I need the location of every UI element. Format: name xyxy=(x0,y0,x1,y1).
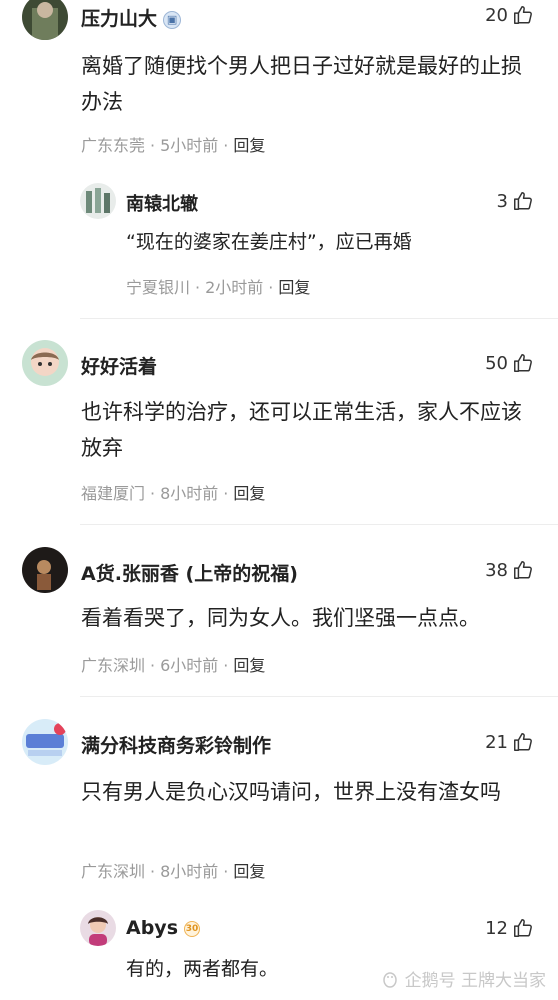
like-button[interactable]: 50 xyxy=(485,352,534,374)
level-badge-icon: 30 xyxy=(184,920,200,937)
like-button[interactable]: 21 xyxy=(485,731,534,753)
avatar[interactable] xyxy=(80,183,116,219)
thumbs-up-icon xyxy=(514,192,532,210)
thumbs-up-icon xyxy=(514,354,532,372)
comment-location: 广东深圳 xyxy=(81,862,146,881)
comment-author[interactable]: Abys 30 xyxy=(126,917,200,939)
thumbs-up-icon xyxy=(514,6,532,24)
verified-badge-icon: ▣ xyxy=(163,10,182,29)
comment-time: 2小时前 xyxy=(205,278,264,297)
comment-meta: 宁夏银川 · 2小时前 · 回复 xyxy=(126,278,311,297)
divider xyxy=(80,524,558,525)
like-button[interactable]: 38 xyxy=(485,559,534,581)
reply-button[interactable]: 回复 xyxy=(233,656,265,675)
comment-text: 只有男人是负心汉吗请问，世界上没有渣女吗 xyxy=(81,780,501,804)
comment-meta: 广东深圳 · 6小时前 · 回复 xyxy=(81,656,266,675)
comment-author[interactable]: 南辕北辙 xyxy=(126,190,198,216)
divider xyxy=(80,696,558,697)
avatar[interactable] xyxy=(22,340,68,386)
reply-button[interactable]: 回复 xyxy=(233,136,265,155)
comment-text: “现在的婆家在姜庄村”，应已再婚 xyxy=(126,231,412,253)
comment-meta: 福建厦门 · 8小时前 · 回复 xyxy=(81,484,266,503)
like-count: 38 xyxy=(485,559,508,581)
thumbs-up-icon xyxy=(514,733,532,751)
avatar[interactable] xyxy=(22,719,68,765)
thumbs-up-icon xyxy=(514,919,532,937)
comment-location: 宁夏银川 xyxy=(126,278,191,297)
comment-location: 广东深圳 xyxy=(81,656,146,675)
watermark: 企鹅号 王牌大当家 xyxy=(381,966,546,991)
like-count: 20 xyxy=(485,4,508,26)
like-count: 3 xyxy=(496,190,508,212)
reply-button[interactable]: 回复 xyxy=(233,862,265,881)
like-button[interactable]: 3 xyxy=(497,190,534,212)
comment-text: 也许科学的治疗，还可以正常生活，家人不应该放弃 xyxy=(81,400,522,460)
comment-author[interactable]: 好好活着 xyxy=(81,352,157,379)
comment-author[interactable]: A货.张丽香 (上帝的祝福) xyxy=(81,559,298,586)
thumbs-up-icon xyxy=(514,561,532,579)
comment-meta: 广东东莞 · 5小时前 · 回复 xyxy=(81,136,266,155)
watermark-text: 企鹅号 王牌大当家 xyxy=(404,971,546,991)
reply-button[interactable]: 回复 xyxy=(233,484,265,503)
comment-author[interactable]: 满分科技商务彩铃制作 xyxy=(81,731,271,758)
like-button[interactable]: 20 xyxy=(485,4,534,26)
like-count: 50 xyxy=(485,352,508,374)
comment-text: 离婚了随便找个男人把日子过好就是最好的止损办法 xyxy=(81,54,522,114)
comment-author[interactable]: 压力山大 ▣ xyxy=(81,4,182,31)
comment-time: 8小时前 xyxy=(160,484,219,503)
comment-meta: 广东深圳 · 8小时前 · 回复 xyxy=(81,862,266,881)
comment-time: 6小时前 xyxy=(160,656,219,675)
avatar[interactable] xyxy=(22,0,68,40)
comment-location: 福建厦门 xyxy=(81,484,146,503)
avatar[interactable] xyxy=(80,910,116,946)
comment-time: 5小时前 xyxy=(160,136,219,155)
comment-location: 广东东莞 xyxy=(81,136,146,155)
avatar[interactable] xyxy=(22,547,68,593)
like-button[interactable]: 12 xyxy=(485,917,534,939)
comment-time: 8小时前 xyxy=(160,862,219,881)
reply-button[interactable]: 回复 xyxy=(278,278,310,297)
like-count: 21 xyxy=(485,731,508,753)
divider xyxy=(80,318,558,319)
penguin-logo-icon xyxy=(382,971,397,988)
like-count: 12 xyxy=(485,917,508,939)
comment-text: 看着看哭了，同为女人。我们坚强一点点。 xyxy=(81,606,480,630)
